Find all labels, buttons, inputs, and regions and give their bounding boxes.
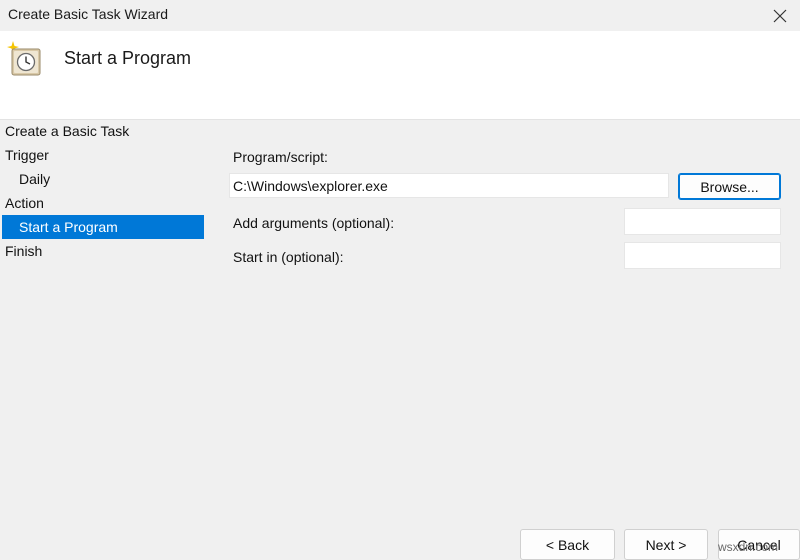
add-arguments-input[interactable] — [624, 208, 781, 235]
nav-item-create-basic-task: Create a Basic Task — [5, 123, 130, 139]
nav-item-start-a-program: Start a Program — [2, 215, 204, 239]
page-title: Start a Program — [64, 48, 192, 68]
nav-item-daily: Daily — [19, 171, 51, 187]
nav-item-finish: Finish — [5, 243, 43, 259]
nav-item-action: Action — [5, 195, 44, 211]
nav-item-trigger: Trigger — [5, 147, 49, 163]
add-arguments-label: Add arguments (optional): — [233, 215, 395, 231]
title-bar: Create Basic Task Wizard — [0, 0, 800, 31]
start-in-label: Start in (optional): — [233, 249, 344, 265]
task-scheduler-clock-icon — [7, 41, 41, 76]
watermark-text: wsxdn.com — [717, 540, 778, 554]
browse-button[interactable]: Browse... — [678, 173, 781, 200]
start-in-input[interactable] — [624, 242, 781, 269]
close-icon — [773, 9, 787, 22]
next-button[interactable]: Next > — [624, 529, 708, 560]
wizard-steps-nav: Create a Basic Task Trigger Daily Action… — [0, 119, 210, 263]
wizard-header: Start a Program — [0, 31, 800, 120]
back-button[interactable]: < Back — [520, 529, 615, 560]
close-button[interactable] — [760, 0, 800, 31]
program-script-label: Program/script: — [233, 149, 328, 165]
window-title: Create Basic Task Wizard — [8, 6, 169, 22]
program-script-input[interactable] — [229, 173, 669, 198]
